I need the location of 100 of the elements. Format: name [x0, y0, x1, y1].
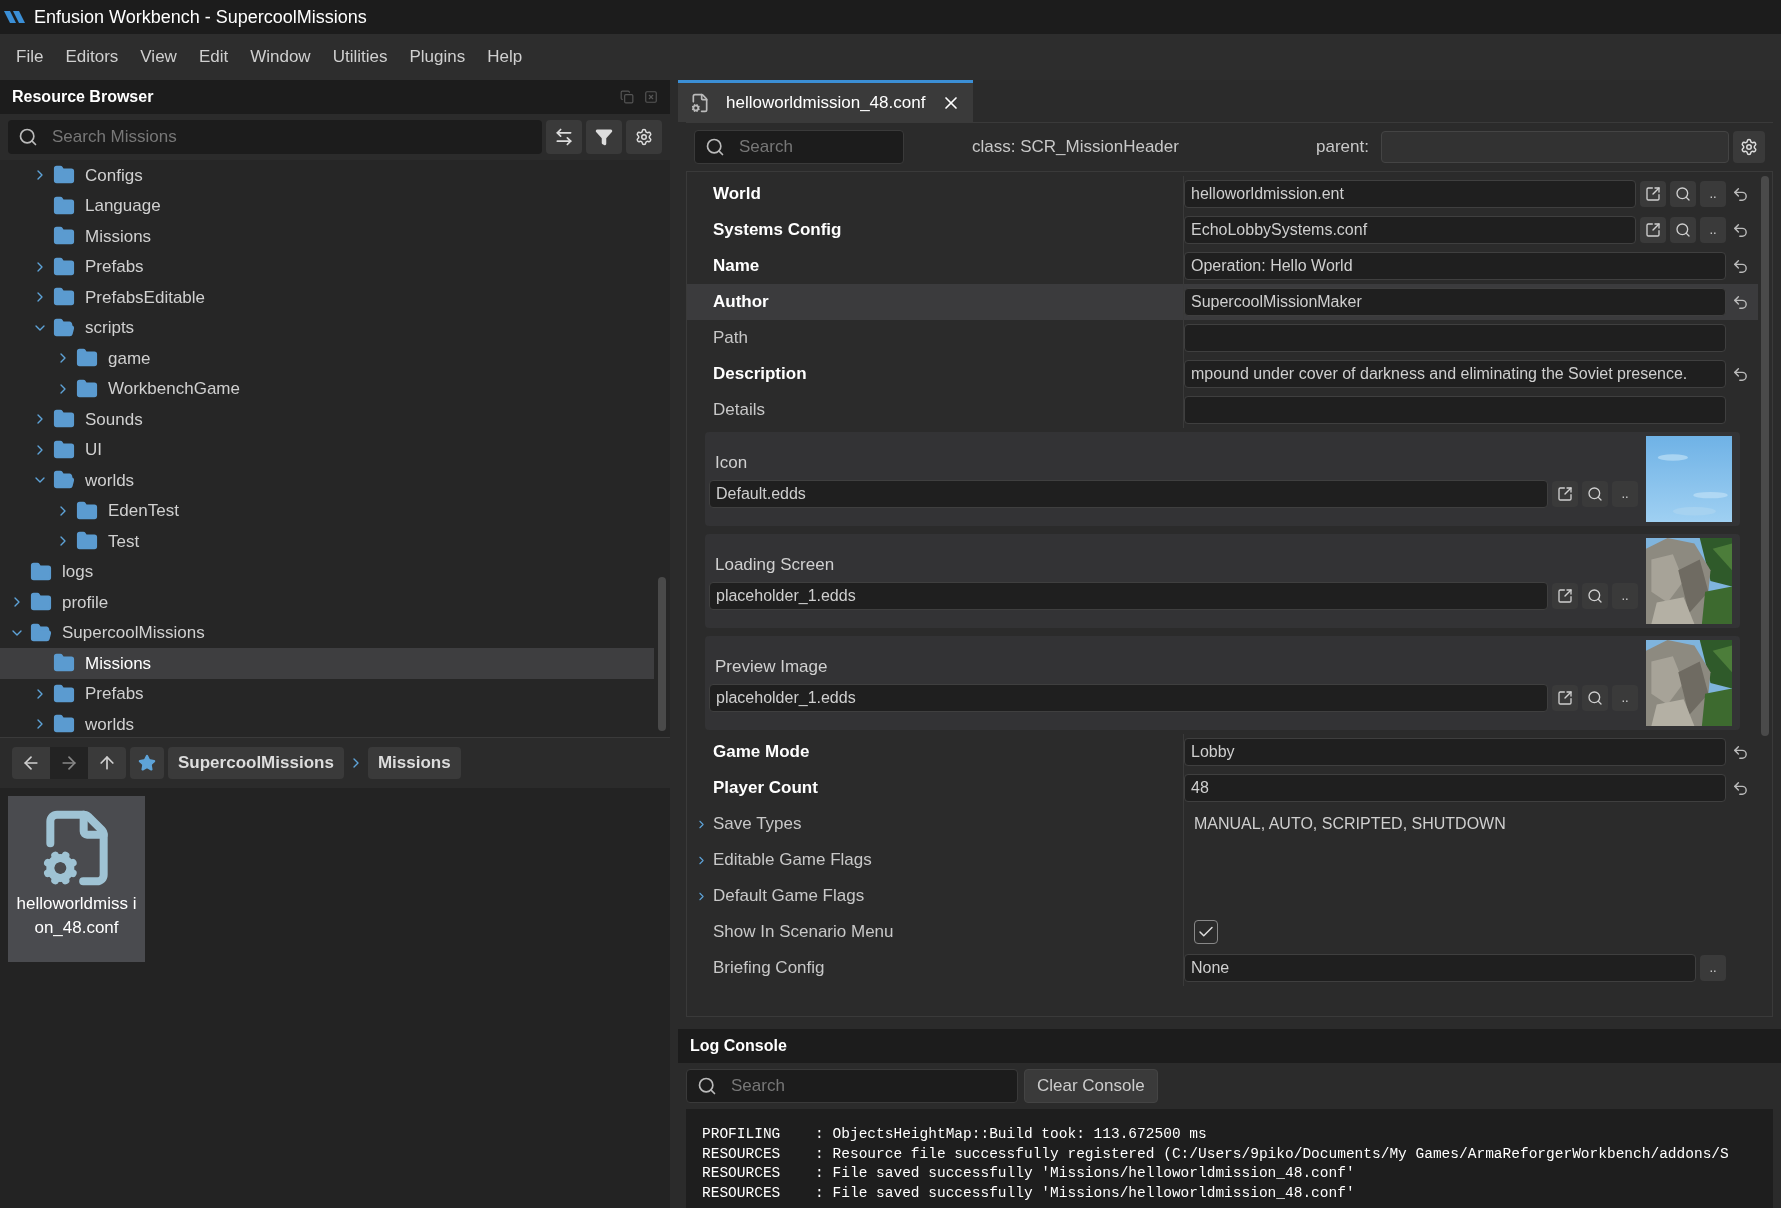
forward-button[interactable] [50, 747, 88, 779]
property-label: Default Game Flags [713, 885, 865, 908]
path-field[interactable]: placeholder_1.edds [709, 581, 1548, 610]
search-field[interactable]: Search Missions [8, 120, 542, 154]
scrollbar-thumb[interactable] [1761, 176, 1769, 736]
tree-item[interactable]: Prefabs [0, 678, 654, 709]
up-button[interactable] [88, 747, 126, 779]
checkbox[interactable] [1194, 920, 1218, 944]
folder-icon [53, 316, 75, 339]
property-label: Briefing Config [713, 957, 825, 980]
reset-icon[interactable] [1731, 365, 1749, 383]
menu-item[interactable]: View [130, 44, 187, 70]
parent-field[interactable] [1380, 131, 1729, 163]
value-field[interactable]: Operation: Hello World [1184, 252, 1726, 280]
settings-button[interactable] [626, 120, 662, 154]
search-button[interactable] [1670, 217, 1696, 243]
external-link-icon [1557, 689, 1573, 706]
menu-item[interactable]: Plugins [399, 44, 476, 70]
sync-button[interactable] [546, 120, 582, 154]
tree-item[interactable]: Test [0, 526, 654, 557]
open-external-button[interactable] [1552, 582, 1578, 609]
browse-button[interactable]: .. [1612, 480, 1638, 507]
search-button[interactable] [1670, 181, 1696, 207]
value-field[interactable]: helloworldmission.ent [1184, 180, 1636, 208]
browse-button[interactable]: .. [1612, 684, 1638, 711]
search-field[interactable]: Search [694, 130, 904, 164]
tree-item[interactable]: UI [0, 434, 654, 465]
browse-button[interactable]: .. [1700, 955, 1726, 981]
open-external-button[interactable] [1552, 684, 1578, 711]
menu-item[interactable]: Editors [55, 44, 129, 70]
tree-item[interactable]: game [0, 343, 654, 374]
menu-item[interactable]: Utilities [322, 44, 398, 70]
reset-icon[interactable] [1731, 185, 1749, 203]
back-button[interactable] [12, 747, 50, 779]
search-button[interactable] [1582, 480, 1608, 507]
folder-icon [76, 377, 98, 400]
folder-icon [30, 560, 52, 583]
tree-item[interactable]: Language [0, 190, 654, 221]
reset-icon[interactable] [1731, 221, 1749, 239]
breadcrumb-item[interactable]: SupercoolMissions [168, 747, 344, 779]
browse-button[interactable]: .. [1612, 582, 1638, 609]
tree-item[interactable]: EdenTest [0, 495, 654, 526]
path-field[interactable]: placeholder_1.edds [709, 683, 1548, 712]
value-field[interactable] [1184, 324, 1726, 352]
clear-console-button[interactable]: Clear Console [1024, 1069, 1158, 1103]
open-external-button[interactable] [1552, 480, 1578, 507]
tree-item[interactable]: Configs [0, 160, 654, 191]
tree-item[interactable]: WorkbenchGame [0, 373, 654, 404]
reset-icon[interactable] [1731, 293, 1749, 311]
tree-item[interactable]: profile [0, 587, 654, 618]
reset-icon[interactable] [1731, 743, 1749, 761]
search-button[interactable] [1582, 684, 1608, 711]
menu-item[interactable]: Help [477, 44, 533, 70]
folder-icon [53, 438, 75, 461]
open-external-button[interactable] [1640, 181, 1666, 207]
tree-item[interactable]: Missions [0, 648, 654, 679]
tree-item[interactable]: worlds [0, 465, 654, 496]
search-field[interactable]: Search [686, 1069, 1018, 1103]
tree-item[interactable]: logs [0, 556, 654, 587]
search-icon [705, 137, 725, 157]
scrollbar-thumb[interactable] [658, 577, 666, 731]
breadcrumb-item[interactable]: Missions [367, 747, 461, 779]
tree-item[interactable]: PrefabsEditable [0, 282, 654, 313]
property-label: Preview Image [714, 656, 829, 679]
tree-item[interactable]: scripts [0, 312, 654, 343]
value-field[interactable]: Lobby [1184, 738, 1726, 766]
favorite-button[interactable] [130, 747, 164, 779]
search-button[interactable] [1582, 582, 1608, 609]
log-line: RESOURCES : File saved successfully 'Missions/helloworldmission_48.conf' [702, 1183, 1356, 1203]
document-tab[interactable]: helloworldmission_48.conf [678, 80, 974, 122]
reset-icon[interactable] [1731, 257, 1749, 275]
path-field[interactable]: Default.edds [709, 479, 1548, 508]
browse-button[interactable]: .. [1700, 217, 1726, 243]
value-field[interactable]: 48 [1184, 774, 1726, 802]
config-file-tile[interactable]: helloworldmiss ion_48.conf [8, 796, 145, 962]
value-field[interactable]: mpound under cover of darkness and eliminating the Soviet presence. [1184, 360, 1726, 388]
menu-item[interactable]: File [6, 44, 54, 70]
value-field[interactable]: SupercoolMissionMaker [1184, 288, 1726, 316]
reset-icon[interactable] [1731, 779, 1749, 797]
menu-item[interactable]: Window [240, 44, 321, 70]
property-label: World [713, 183, 761, 206]
value-field[interactable]: None [1184, 954, 1696, 982]
property-label: Player Count [713, 777, 818, 800]
tree-item[interactable]: Missions [0, 221, 654, 252]
menu-item[interactable]: Edit [188, 44, 239, 70]
open-external-button[interactable] [1640, 217, 1666, 243]
value-field[interactable] [1184, 396, 1726, 424]
class-label: class: SCR_MissionHeader [972, 136, 1180, 159]
search-icon [1587, 587, 1603, 604]
tree-item[interactable]: worlds [0, 709, 654, 737]
browse-button[interactable]: .. [1700, 181, 1726, 207]
search-icon [1587, 485, 1603, 502]
filter-button[interactable] [586, 120, 622, 154]
value-field[interactable]: EchoLobbySystems.conf [1184, 216, 1636, 244]
settings-button[interactable] [1733, 131, 1765, 163]
external-link-icon [1645, 222, 1661, 238]
tree-item[interactable]: Sounds [0, 404, 654, 435]
tree-item[interactable]: Prefabs [0, 251, 654, 282]
property-label: Author [713, 291, 769, 314]
tree-item[interactable]: SupercoolMissions [0, 617, 654, 648]
